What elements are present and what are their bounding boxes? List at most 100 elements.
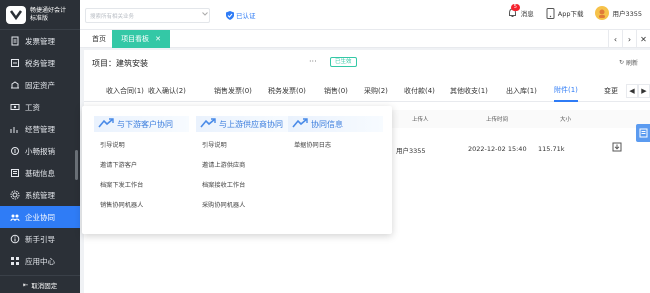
sidebar-item-label: 固定资产: [25, 80, 55, 90]
reimburse-icon: [10, 146, 20, 156]
refresh-button[interactable]: ↻ 刷新: [619, 58, 638, 67]
subtabs-next-icon[interactable]: ▶: [638, 84, 650, 98]
refresh-label: 刷新: [625, 60, 638, 67]
sidebar-item-asset[interactable]: 固定资产: [0, 74, 80, 96]
sidebar-item-salary[interactable]: 工资: [0, 96, 80, 118]
unpin-icon: ⇤: [22, 280, 29, 289]
sidebar-scrollbar[interactable]: [75, 150, 78, 180]
certified-label: 已认证: [236, 12, 256, 20]
col-size: 大小: [560, 117, 572, 123]
system-icon: [10, 190, 20, 200]
brand-edition: 标准版: [30, 14, 49, 22]
collab-icon: [10, 212, 20, 222]
app-download-button[interactable]: App下载: [546, 7, 584, 19]
asset-icon: [10, 80, 20, 90]
subtabs-prev-icon[interactable]: ◀: [626, 84, 638, 98]
cell-uploader: 用户3355: [396, 147, 426, 155]
subtab-10[interactable]: 变更: [604, 80, 618, 102]
sidebar-item-business[interactable]: 经营管理: [0, 118, 80, 140]
unpin-sidebar-button[interactable]: ⇤ 取消固定: [0, 275, 80, 293]
cell-size: 115.71k: [538, 145, 565, 153]
sidebar-item-invoice[interactable]: 发票管理: [0, 30, 80, 52]
info-icon: [10, 168, 20, 178]
collab-column-title-text: 协同信息: [311, 119, 343, 129]
messages-button[interactable]: 5 消息: [507, 3, 534, 19]
business-icon: [10, 124, 20, 134]
col-uploader: 上传人: [412, 117, 429, 123]
subtab-0[interactable]: 收入合同(1): [106, 80, 144, 102]
sidebar-item-tax[interactable]: 税务管理: [0, 52, 80, 74]
collab-link[interactable]: 邀请下游客户: [100, 160, 189, 172]
collab-column-title: 与下游客户协同: [94, 116, 189, 132]
sidebar-item-label: 工资: [25, 102, 40, 112]
tab-home[interactable]: 首页: [85, 30, 113, 48]
subtab-4[interactable]: 销售(0): [324, 80, 348, 102]
subtab-8[interactable]: 出入库(1): [506, 80, 537, 102]
collab-link[interactable]: 销售协同机器人: [100, 200, 189, 212]
trend-icon: [200, 117, 216, 131]
subtab-9[interactable]: 附件(1): [554, 80, 578, 102]
user-name: 用户3355: [612, 10, 642, 18]
project-title: 项目：建筑安装: [92, 59, 148, 68]
logo-icon: [6, 5, 26, 24]
sidebar-item-label: 经营管理: [25, 124, 55, 134]
sidebar-item-system[interactable]: 系统管理: [0, 184, 80, 206]
sidebar-item-reimburse[interactable]: 小畅报销: [0, 140, 80, 162]
trend-icon: [292, 117, 308, 131]
collab-link[interactable]: 档案接收工作台: [202, 180, 291, 192]
subtab-1[interactable]: 收入确认(2): [148, 80, 186, 102]
close-tab-icon[interactable]: ✕: [155, 35, 161, 43]
collab-column-0: 与下游客户协同引导说明邀请下游客户 档案下发工作台 销售协同机器人: [94, 116, 189, 212]
sidebar: 畅捷通好会计 标准版 发票管理 税务管理 固定资产 工资 经营管理 小畅报销 基础信息 系统管…: [0, 0, 80, 293]
tabs-next-icon[interactable]: ›: [622, 30, 636, 48]
sidebar-item-label: 发票管理: [25, 36, 55, 46]
search-input[interactable]: 搜索所有相关业务: [85, 8, 210, 23]
messages-badge: 5: [510, 3, 520, 11]
avatar: [595, 6, 610, 20]
certified-badge[interactable]: 已认证: [226, 10, 256, 20]
search-placeholder: 搜索所有相关业务: [90, 13, 135, 20]
sidebar-nav: 发票管理税务管理固定资产工资经营管理小畅报销基础信息系统管理企业协同新手引导应用…: [0, 30, 80, 272]
tab-project-board[interactable]: 项目看板 ✕: [112, 30, 170, 48]
collab-link[interactable]: 单据协同日志: [294, 140, 383, 152]
shield-icon: [226, 10, 234, 20]
collaboration-menu: 与下游客户协同引导说明邀请下游客户 档案下发工作台 销售协同机器人 与上游供应商协同引…: [82, 106, 392, 234]
phone-icon: [546, 7, 555, 19]
collab-link[interactable]: 引导说明: [202, 140, 291, 152]
collab-link[interactable]: 采购协同机器人: [202, 200, 291, 212]
sidebar-item-label: 税务管理: [25, 58, 55, 68]
side-helper-button[interactable]: [636, 124, 650, 142]
subtab-6[interactable]: 收付款(4): [404, 80, 435, 102]
download-icon[interactable]: [612, 142, 622, 152]
sidebar-item-apps[interactable]: 应用中心: [0, 250, 80, 272]
user-menu[interactable]: 用户3355: [595, 6, 642, 20]
sidebar-item-label: 应用中心: [25, 256, 55, 266]
sidebar-item-collab[interactable]: 企业协同: [0, 206, 80, 228]
collab-column-title: 协同信息: [288, 116, 383, 132]
document-icon: [639, 128, 647, 138]
status-badge: 已生效: [330, 57, 357, 67]
sidebar-item-guide[interactable]: 新手引导: [0, 228, 80, 250]
subtab-5[interactable]: 采购(2): [364, 80, 388, 102]
more-icon[interactable]: ···: [309, 57, 317, 66]
chevron-down-icon[interactable]: [202, 11, 208, 17]
sidebar-item-label: 企业协同: [25, 212, 55, 222]
sidebar-item-label: 基础信息: [25, 168, 55, 178]
collab-link[interactable]: 引导说明: [100, 140, 189, 152]
subtab-2[interactable]: 销售发票(0): [214, 80, 252, 102]
sidebar-item-label: 新手引导: [25, 234, 55, 244]
collab-column-title: 与上游供应商协同: [196, 116, 291, 132]
app-download-label: App下载: [557, 10, 584, 18]
salary-icon: [10, 102, 20, 112]
tabs-prev-icon[interactable]: ‹: [608, 30, 622, 48]
sidebar-item-info[interactable]: 基础信息: [0, 162, 80, 184]
collab-link[interactable]: 邀请上游供应商: [202, 160, 291, 172]
collab-column-title-text: 与上游供应商协同: [219, 119, 283, 129]
subtab-7[interactable]: 其他收支(1): [450, 80, 488, 102]
collab-column-title-text: 与下游客户协同: [117, 119, 173, 129]
refresh-icon: ↻: [618, 59, 624, 66]
sidebar-item-label: 小畅报销: [25, 146, 55, 156]
close-all-icon[interactable]: ✕: [636, 30, 650, 48]
subtab-3[interactable]: 税务发票(0): [268, 80, 306, 102]
collab-link[interactable]: 档案下发工作台: [100, 180, 189, 192]
